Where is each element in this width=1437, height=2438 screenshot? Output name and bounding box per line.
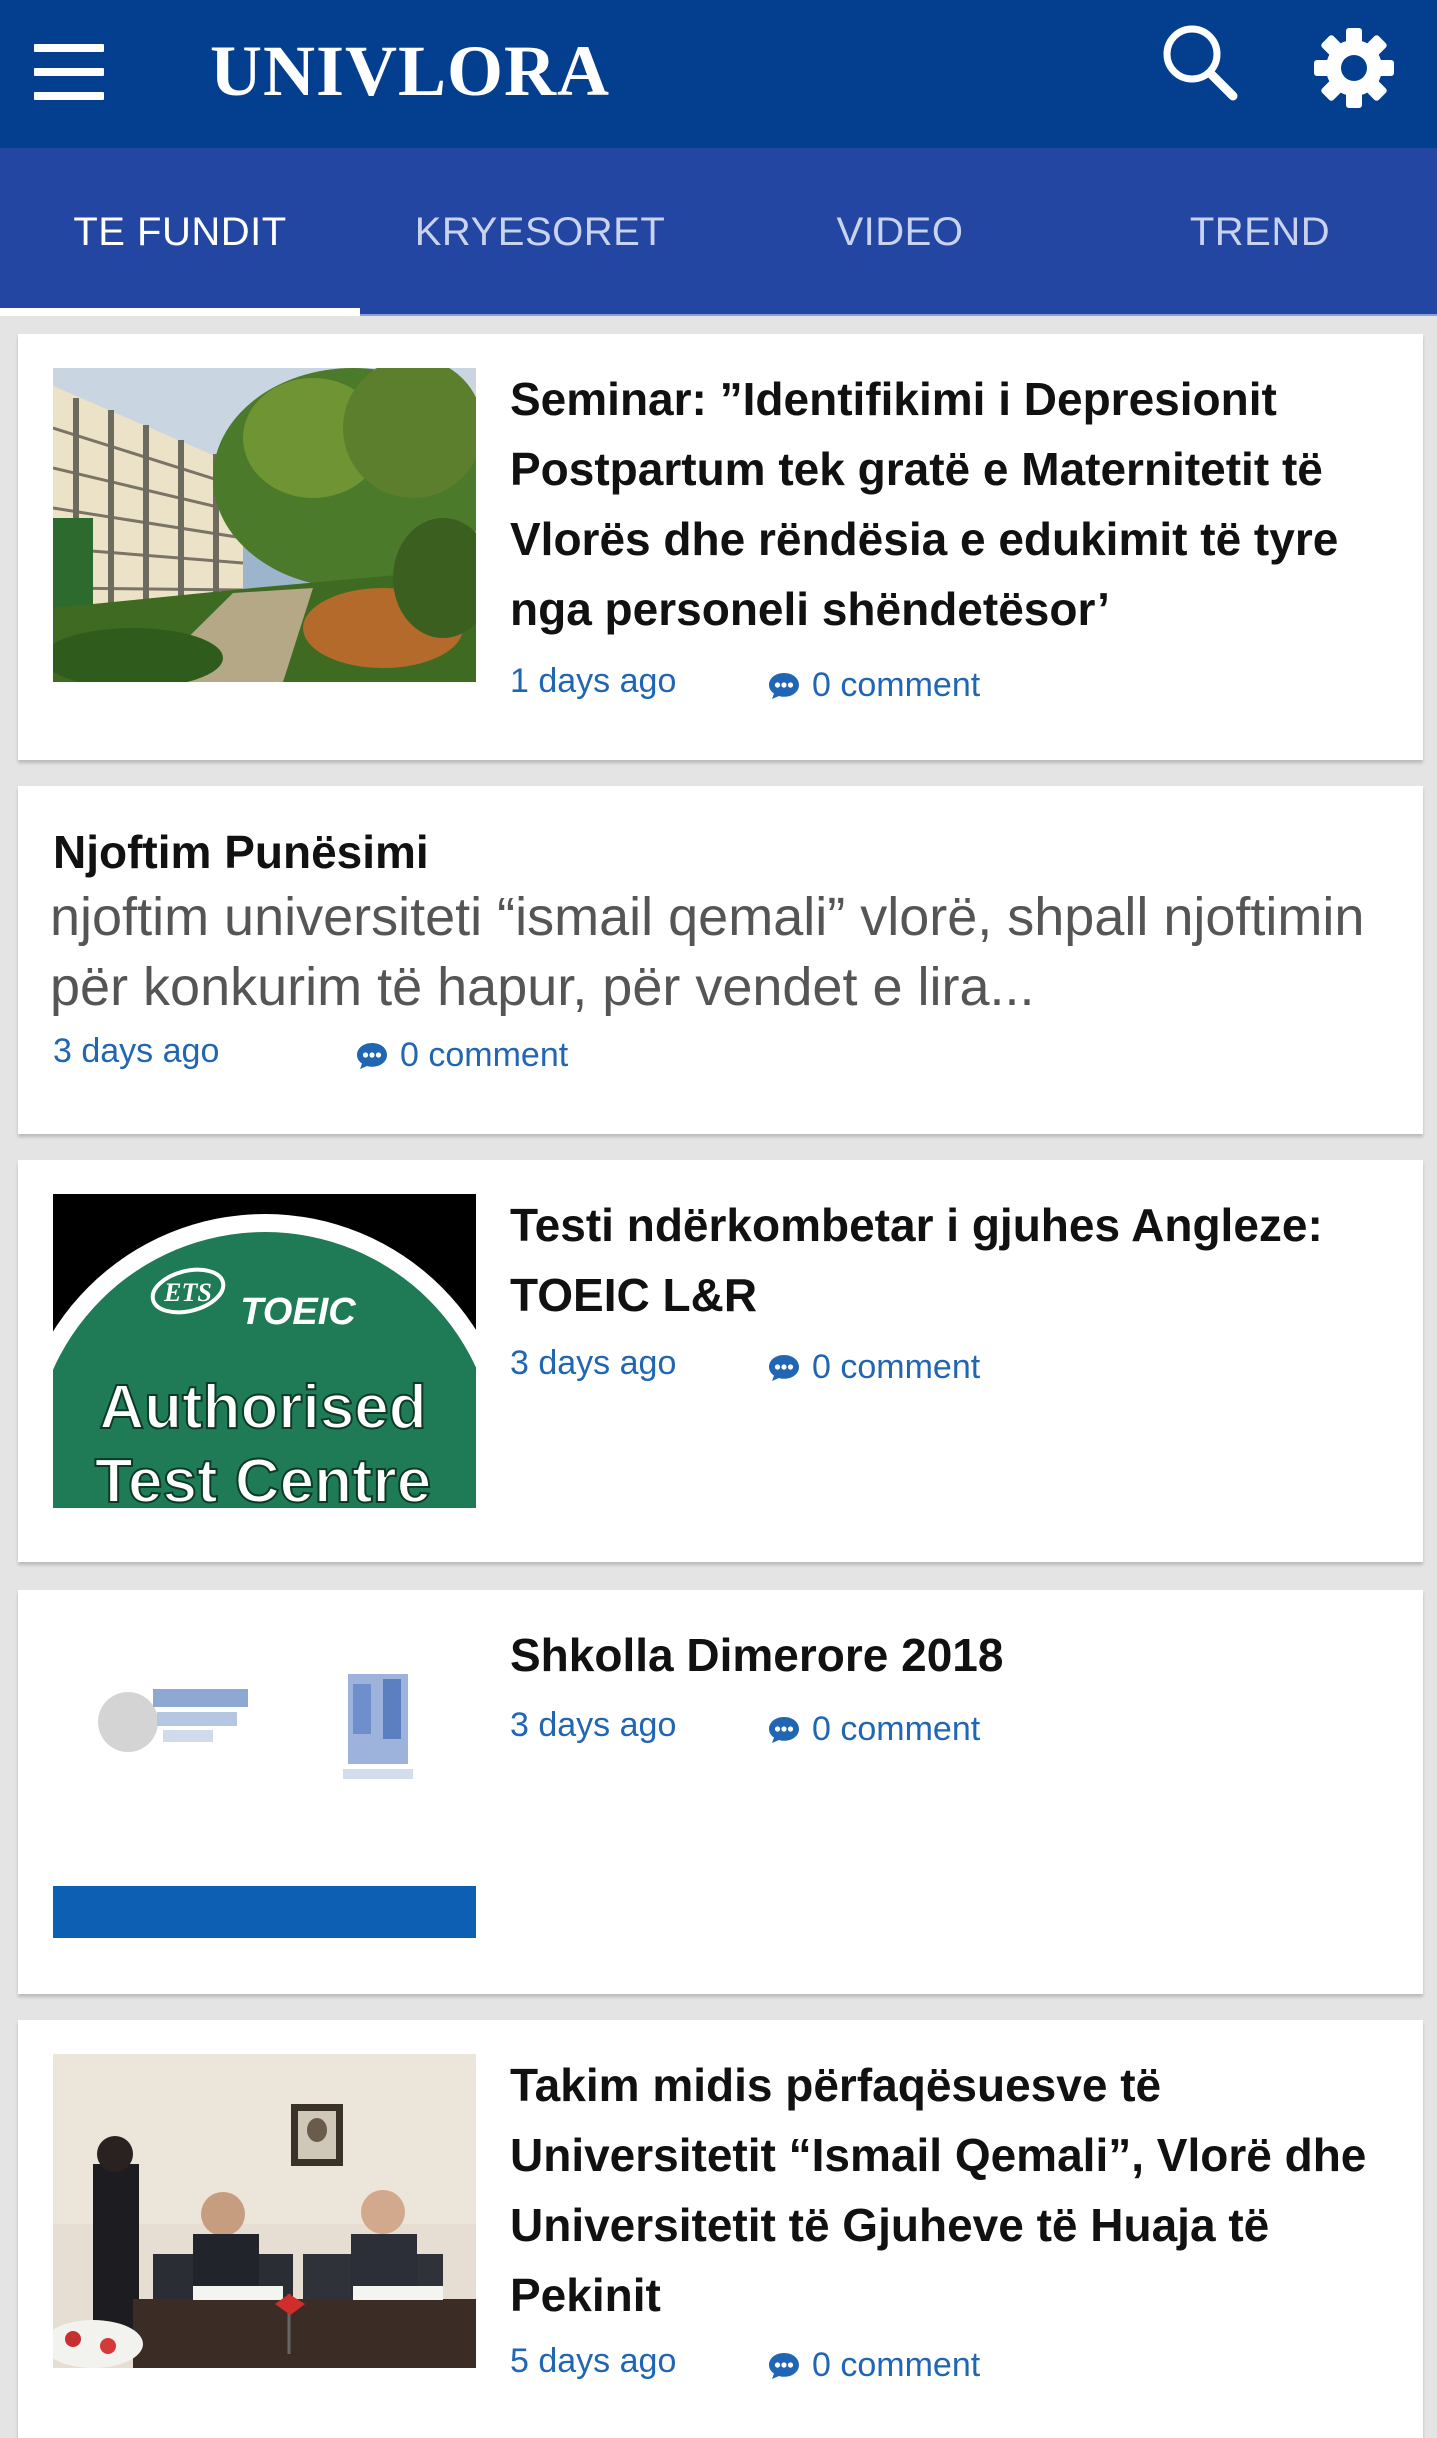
comment-count[interactable]: 0 comment	[768, 666, 980, 705]
article-time: 3 days ago	[510, 1706, 677, 1744]
comment-count-label: 0 comment	[812, 1710, 981, 1748]
article-time: 3 days ago	[510, 1344, 677, 1382]
article-time: 5 days ago	[510, 2342, 677, 2380]
tab-divider	[360, 314, 1437, 316]
comment-count-label: 0 comment	[812, 2346, 981, 2384]
badge-ets-text: ETS	[163, 1278, 212, 1307]
article-title[interactable]: Testi ndërkombetar i gjuhes Angleze: TOE…	[510, 1190, 1390, 1330]
article-card[interactable]: Shkolla Dimerore 2018 3 days ago 0 comme…	[18, 1590, 1423, 1994]
chat-bubble-icon	[769, 2352, 799, 2379]
article-title[interactable]: Takim midis përfaqësuesve të Universitet…	[510, 2050, 1390, 2330]
badge-line2-text: Test Centre	[95, 1447, 432, 1508]
article-card[interactable]: Njoftim Punësimi njoftim universiteti “i…	[18, 786, 1423, 1134]
active-tab-indicator	[0, 308, 360, 316]
tab-video[interactable]: VIDEO	[720, 148, 1080, 316]
comment-count[interactable]: 0 comment	[768, 2346, 980, 2385]
article-card[interactable]: Seminar: ”Identifikimi i Depresionit Pos…	[18, 334, 1423, 760]
tab-kryesoret[interactable]: KRYESORET	[360, 148, 720, 316]
comment-count[interactable]: 0 comment	[768, 1348, 980, 1387]
app-bar: UNIVLORA	[0, 0, 1437, 148]
app-title: UNIVLORA	[210, 31, 611, 111]
chat-bubble-icon	[769, 672, 799, 699]
badge-line1-text: Authorised	[99, 1373, 426, 1442]
tab-trend[interactable]: TREND	[1080, 148, 1437, 316]
article-thumbnail	[53, 2054, 476, 2368]
tab-bar: TE FUNDIT KRYESORET VIDEO TREND	[0, 148, 1437, 316]
article-time: 3 days ago	[53, 1032, 220, 1070]
badge-toeic-text: TOEIC	[240, 1291, 356, 1333]
chat-bubble-icon	[769, 1354, 799, 1381]
comment-count[interactable]: 0 comment	[768, 1710, 980, 1749]
article-excerpt: njoftim universiteti “ismail qemali” vlo…	[50, 887, 1365, 1017]
article-thumbnail: ETS TOEIC Authorised Test Centre	[53, 1194, 476, 1508]
chat-bubble-icon	[769, 1716, 799, 1743]
menu-icon[interactable]	[34, 44, 106, 100]
article-card[interactable]: Takim midis përfaqësuesve të Universitet…	[18, 2020, 1423, 2438]
comment-count-label: 0 comment	[812, 1348, 981, 1386]
comment-count-label: 0 comment	[400, 1036, 569, 1074]
article-title[interactable]: Shkolla Dimerore 2018	[510, 1620, 1390, 1690]
comment-count-label: 0 comment	[812, 666, 981, 704]
chat-bubble-icon	[357, 1042, 387, 1069]
article-title[interactable]: Njoftim Punësimi	[53, 822, 429, 882]
comment-count[interactable]: 0 comment	[356, 1036, 568, 1075]
search-icon[interactable]	[1160, 20, 1240, 108]
article-thumbnail	[53, 1624, 476, 1938]
gear-icon[interactable]	[1306, 20, 1402, 116]
article-title[interactable]: Seminar: ”Identifikimi i Depresionit Pos…	[510, 364, 1390, 644]
article-card[interactable]: ETS TOEIC Authorised Test Centre Testi n…	[18, 1160, 1423, 1562]
article-time: 1 days ago	[510, 662, 677, 700]
article-thumbnail	[53, 368, 476, 682]
tab-te-fundit[interactable]: TE FUNDIT	[0, 148, 360, 316]
